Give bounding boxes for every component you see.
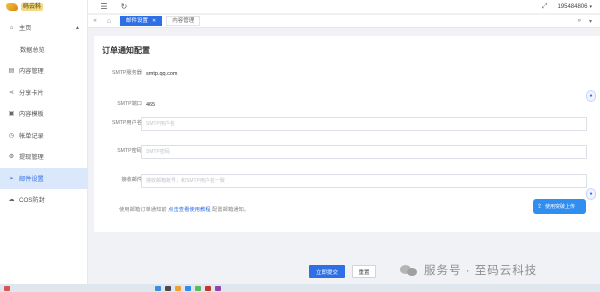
share-icon: ⋖ — [8, 89, 15, 96]
hint-suffix: 配置邮箱通知。 — [212, 207, 250, 213]
tab-bar-right: » ▾ — [578, 18, 592, 25]
document-icon: ▤ — [8, 68, 15, 75]
page-title: 订单通知配置 — [102, 46, 150, 55]
logo-text: 码云科 — [21, 3, 44, 11]
sidebar-item-label: 邮件设置 — [19, 175, 44, 183]
wechat-logo-icon — [400, 264, 418, 277]
taskbar-app-icon[interactable] — [215, 285, 221, 291]
watermark: 服务号 · 至码云科技 — [400, 262, 537, 278]
smtp-port-value[interactable]: 465 — [146, 102, 155, 108]
template-icon: ▣ — [8, 111, 15, 118]
user-name: 195484806 — [557, 3, 588, 10]
top-header: ☰ ↻ ⤢ 195484806 ▾ — [88, 0, 600, 13]
assistant-icon: ● — [589, 93, 593, 99]
hint-prefix: 使用邮箱订单通知前 — [119, 207, 167, 213]
floating-tool-top[interactable]: ● — [586, 90, 596, 102]
assistant-icon: ● — [589, 191, 593, 197]
smtp-user-row: SMTP用户名 — [94, 116, 600, 131]
home-icon: ⌂ — [9, 24, 14, 31]
sidebar-item-overview[interactable]: 数据总览 — [0, 39, 88, 61]
sidebar-item-mail-settings[interactable]: ➢ 邮件设置 — [0, 167, 88, 189]
smtp-server-label: SMTP服务器 — [112, 70, 142, 76]
smtp-password-label: SMTP密码 — [117, 148, 142, 154]
recipient-input[interactable] — [141, 173, 587, 188]
upload-icon: ⇪ — [537, 204, 543, 210]
tabs-scroll-left-icon[interactable]: « — [88, 18, 102, 24]
submit-button[interactable]: 立即提交 — [309, 265, 345, 278]
sidebar-item-content[interactable]: ▤ 内容管理 — [0, 60, 88, 82]
upload-widget-label: 使用突破上传 — [545, 204, 576, 210]
menu-toggle-icon[interactable]: ☰ — [94, 2, 114, 11]
sidebar-item-label: 内容模板 — [19, 111, 44, 119]
tab-mail-settings[interactable]: 邮件设置 ✕ — [120, 16, 163, 26]
floating-tool-bottom[interactable]: ● — [586, 188, 596, 200]
sidebar-item-label: 主页 — [19, 25, 32, 33]
smtp-user-label: SMTP用户名 — [112, 120, 142, 126]
recipient-row: 接收邮件 — [94, 173, 600, 188]
sidebar-item-label: 内容管理 — [19, 68, 44, 76]
sidebar-item-label: 数据总览 — [20, 46, 45, 54]
taskbar-app-icon[interactable] — [195, 285, 201, 291]
close-icon[interactable]: ✕ — [152, 16, 156, 26]
taskbar-app-icon[interactable] — [165, 285, 171, 291]
smtp-port-label: SMTP端口 — [117, 101, 142, 107]
send-icon: ➢ — [8, 175, 15, 182]
sidebar-item-template[interactable]: ▣ 内容模板 — [0, 103, 88, 125]
sidebar-item-cos[interactable]: ☁ COS防封 — [0, 189, 88, 211]
smtp-password-input[interactable] — [141, 144, 587, 159]
tab-content[interactable]: 内容管理 — [166, 16, 201, 26]
chevron-down-icon: ▾ — [589, 3, 592, 10]
tutorial-hint: 使用邮箱订单通知前 点击查看使用教程 配置邮箱通知。 — [119, 205, 249, 213]
sidebar-item-share-card[interactable]: ⋖ 分享卡片 — [0, 82, 88, 104]
tab-label: 邮件设置 — [126, 18, 149, 24]
taskbar-app-icon[interactable] — [155, 285, 161, 291]
tutorial-link[interactable]: 点击查看使用教程 — [168, 207, 210, 213]
sidebar-item-label: 帐单记录 — [19, 132, 44, 140]
taskbar-app-icon[interactable] — [205, 285, 211, 291]
watermark-text: 服务号 · 至码云科技 — [424, 265, 538, 277]
sidebar-item-label: 分享卡片 — [19, 89, 44, 97]
tabs-dropdown-icon[interactable]: ▾ — [589, 18, 592, 25]
sidebar-item-label: COS防封 — [19, 197, 45, 205]
cloud-icon: ☁ — [8, 197, 15, 204]
smtp-user-input[interactable] — [141, 116, 587, 131]
recipient-label: 接收邮件 — [121, 177, 142, 183]
taskbar-app-icon[interactable] — [175, 285, 181, 291]
header-right: ⤢ 195484806 ▾ — [542, 0, 592, 13]
sidebar-item-label: 提现管理 — [19, 154, 44, 162]
tab-label: 内容管理 — [172, 18, 195, 24]
logo: 码云科 — [6, 2, 62, 12]
smtp-port-row: SMTP端口 465 — [94, 101, 600, 108]
tab-bar: « ⌂ 邮件设置 ✕ 内容管理 » ▾ — [88, 14, 600, 28]
smtp-server-row: SMTP服务器 smtp.qq.com — [94, 70, 600, 77]
app-root: 码云科 ⌂ 主页 ▲ 数据总览 ▤ 内容管理 ⋖ 分享卡片 ▣ 内容模板 ◷ 帐… — [0, 0, 600, 292]
sidebar-nav: ⌂ 主页 ▲ 数据总览 ▤ 内容管理 ⋖ 分享卡片 ▣ 内容模板 ◷ 帐单记录 — [0, 17, 88, 211]
chevron-up-icon: ▲ — [75, 24, 80, 31]
smtp-server-value[interactable]: smtp.qq.com — [146, 71, 177, 77]
gear-icon: ⚙ — [8, 154, 15, 161]
logo-mark — [6, 3, 18, 11]
smtp-password-row: SMTP密码 — [94, 144, 600, 159]
sidebar-item-home[interactable]: ⌂ 主页 ▲ — [0, 17, 88, 39]
taskbar-app-icon[interactable] — [185, 285, 191, 291]
upload-widget[interactable]: ⇪ 使用突破上传 — [533, 199, 586, 214]
tabs-scroll-right-icon[interactable]: » — [578, 18, 581, 25]
os-taskbar — [0, 284, 600, 292]
sidebar-item-billing[interactable]: ◷ 帐单记录 — [0, 125, 88, 147]
settings-card: 订单通知配置 SMTP服务器 smtp.qq.com SMTP端口 465 SM… — [94, 36, 600, 232]
clock-icon: ◷ — [8, 132, 15, 139]
fullscreen-icon[interactable]: ⤢ — [542, 3, 548, 11]
home-tab-icon[interactable]: ⌂ — [102, 18, 116, 25]
refresh-icon[interactable]: ↻ — [114, 2, 134, 11]
user-menu[interactable]: 195484806 ▾ — [557, 4, 592, 10]
reset-button[interactable]: 重置 — [352, 265, 376, 278]
taskbar-app-icon[interactable] — [4, 285, 10, 291]
sidebar-item-withdraw[interactable]: ⚙ 提现管理 — [0, 146, 88, 168]
sidebar: 码云科 ⌂ 主页 ▲ 数据总览 ▤ 内容管理 ⋖ 分享卡片 ▣ 内容模板 ◷ 帐… — [0, 0, 88, 284]
